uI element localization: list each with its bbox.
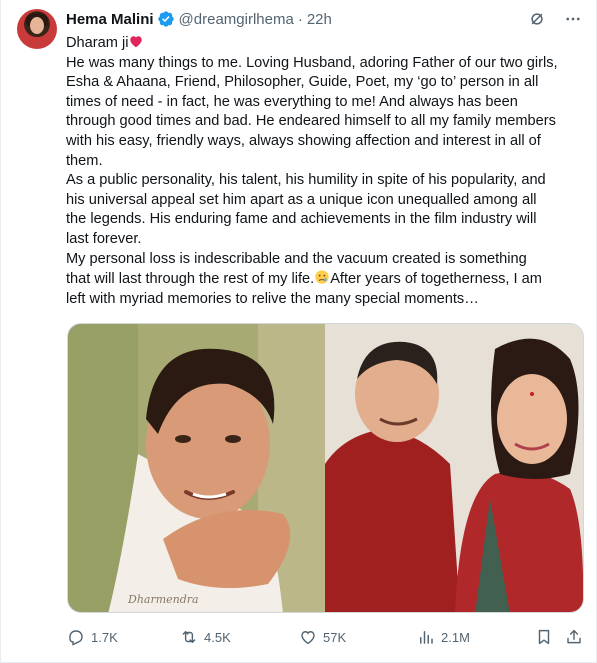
red-heart-emoji [128, 33, 144, 49]
grok-icon[interactable] [528, 10, 546, 28]
photo-signature: Dharmendra [128, 593, 199, 606]
top-right-controls [528, 10, 582, 28]
views-button[interactable]: 2.1M [417, 628, 470, 646]
like-button[interactable]: 57K [299, 628, 346, 646]
photo-left[interactable]: Dharmendra [68, 324, 325, 612]
media-grid[interactable]: Dharmendra [67, 323, 584, 613]
repost-count: 4.5K [204, 629, 231, 645]
text-line: times of need - in fact, he was everythi… [66, 93, 518, 110]
text-line: Dharam ji [66, 33, 588, 54]
text-line: through good times and bad. He endeared … [66, 113, 556, 130]
avatar[interactable] [17, 9, 57, 49]
text-line: My personal loss is indescribable and th… [66, 250, 527, 267]
reply-icon [69, 630, 83, 646]
reply-button[interactable]: 1.7K [67, 628, 118, 646]
share-icon [567, 629, 581, 644]
bookmark-icon [538, 629, 550, 645]
reply-count: 1.7K [91, 629, 118, 645]
text-line: his universal appeal set him apart as a … [66, 191, 537, 208]
author-handle[interactable]: @dreamgirlhema [179, 11, 294, 28]
more-icon[interactable] [564, 10, 582, 28]
separator-dot: · [297, 10, 303, 28]
views-icon [420, 631, 433, 644]
text-line: the legends. His enduring fame and achie… [66, 211, 537, 228]
photo-right[interactable] [325, 324, 583, 612]
views-count: 2.1M [441, 629, 470, 645]
tweet[interactable]: Hema Malini @dreamgirlhema · 22h Dharam … [0, 0, 597, 663]
text-line: He was many things to me. Loving Husband… [66, 54, 558, 71]
tweet-text: Dharam ji He was many things to me. Lovi… [66, 33, 588, 309]
author-name[interactable]: Hema Malini [66, 11, 154, 28]
action-bar: 1.7K 4.5K 57K 2.1M [67, 628, 585, 648]
like-count: 57K [323, 629, 347, 645]
post-time[interactable]: 22h [307, 11, 332, 28]
text-line: them. [66, 152, 103, 169]
verified-badge-icon [157, 10, 175, 28]
text-line: with his easy, friendly ways, always sho… [66, 132, 541, 149]
crying-face-emoji [314, 269, 330, 285]
avatar-face [30, 17, 44, 34]
tweet-header: Hema Malini @dreamgirlhema · 22h [66, 9, 332, 29]
repost-button[interactable]: 4.5K [180, 628, 231, 646]
text-line: last forever. [66, 230, 142, 247]
like-icon [301, 631, 315, 645]
text-line: that will last through the rest of my li… [66, 269, 542, 288]
text-line: Esha & Ahaana, Friend, Philosopher, Guid… [66, 74, 539, 91]
text-line: left with myriad memories to relive the … [66, 290, 479, 307]
share-button[interactable] [565, 628, 583, 646]
bookmark-button[interactable] [535, 628, 553, 646]
repost-icon [182, 631, 196, 643]
text-line: As a public personality, his talent, his… [66, 172, 546, 189]
